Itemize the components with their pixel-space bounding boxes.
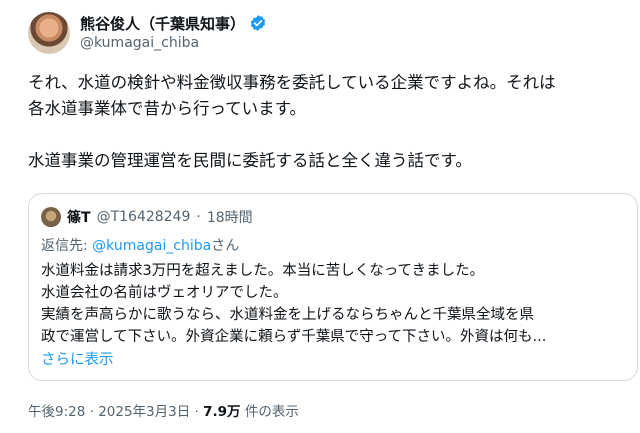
- quoted-line: 政で運営して下さい。外資企業に頼らず千葉県で守って下さい。外資は何も...: [41, 329, 547, 345]
- quoted-avatar: [41, 207, 61, 227]
- quoted-separator: ·: [196, 209, 201, 225]
- reply-to-prefix: 返信先:: [41, 238, 93, 254]
- quoted-time: 18時間: [206, 210, 253, 226]
- reply-to-mention[interactable]: @kumagai_chiba: [92, 238, 211, 254]
- tweet-time[interactable]: 午後9:28: [28, 404, 85, 420]
- tweet-line: それ、水道の検針や料金徴収事務を委託している企業ですよね。それは: [28, 73, 556, 92]
- author-handle[interactable]: @kumagai_chiba: [80, 35, 199, 51]
- quoted-line: 実績を声高らかに歌うなら、水道料金を上げるならちゃんと千葉県全域を県: [41, 307, 534, 323]
- tweet-date[interactable]: 2025年3月3日: [98, 404, 190, 420]
- quoted-line: 水道会社の名前はヴェオリアでした。: [41, 285, 288, 301]
- view-count: 7.9万: [203, 404, 241, 420]
- meta-separator: ·: [85, 404, 99, 420]
- author-name-row: 熊谷俊人（千葉県知事）: [80, 12, 267, 34]
- quoted-handle: @T16428249: [96, 209, 191, 225]
- author-display-name[interactable]: 熊谷俊人（千葉県知事）: [80, 13, 245, 34]
- meta-separator: ·: [190, 404, 204, 420]
- quoted-tweet-card[interactable]: 篠T @T16428249 · 18時間 返信先: @kumagai_chiba…: [28, 193, 638, 381]
- quoted-reply-to: 返信先: @kumagai_chibaさん: [41, 235, 239, 255]
- tweet-meta: 午後9:28 · 2025年3月3日 · 7.9万 件の表示: [28, 400, 299, 420]
- tweet-line: 各水道事業体で昔から行っています。: [28, 99, 307, 118]
- quoted-name: 篠T: [67, 210, 91, 226]
- reply-to-suffix: さん: [211, 238, 240, 254]
- author-avatar[interactable]: [28, 12, 70, 54]
- show-more-link[interactable]: さらに表示: [41, 348, 114, 369]
- verified-badge-icon: [250, 15, 266, 31]
- tweet-body: それ、水道の検針や料金徴収事務を委託している企業ですよね。それは 各水道事業体で…: [28, 70, 628, 174]
- view-label: 件の表示: [240, 404, 299, 420]
- quoted-header: 篠T @T16428249 · 18時間: [41, 206, 253, 228]
- quoted-body: 水道料金は請求3万円を超えました。本当に苦しくなってきました。 水道会社の名前は…: [41, 260, 626, 348]
- tweet-line: 水道事業の管理運営を民間に委託する話と全く違う話です。: [28, 151, 472, 170]
- quoted-line: 水道料金は請求3万円を超えました。本当に苦しくなってきました。: [41, 263, 485, 279]
